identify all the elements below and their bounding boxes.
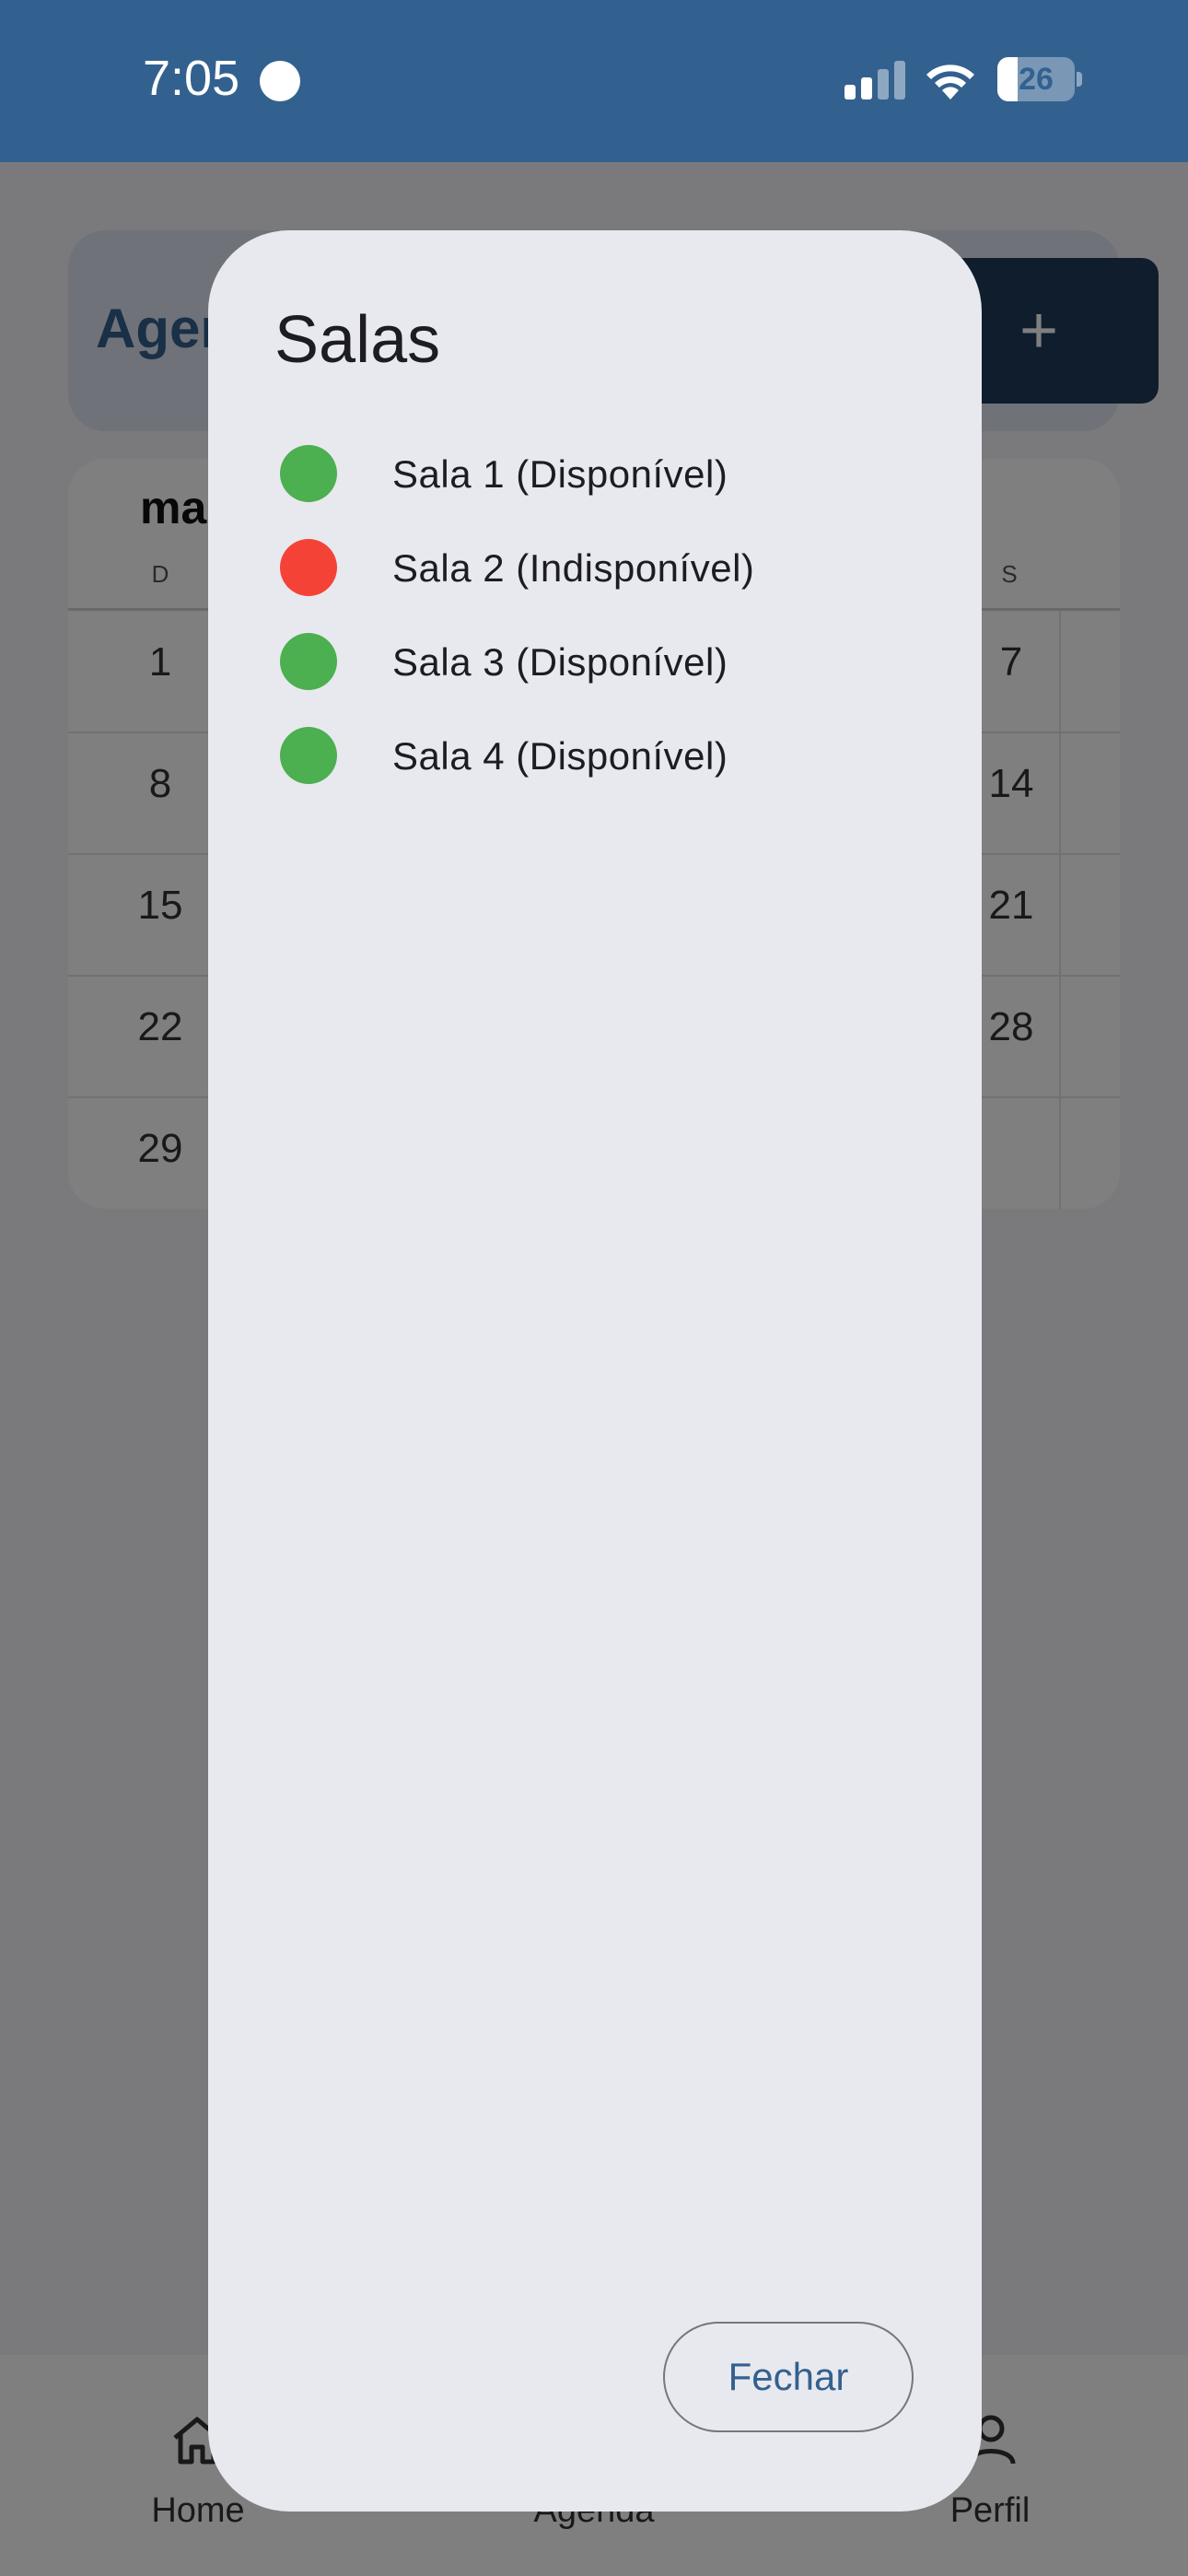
- status-time: 7:05: [143, 51, 240, 106]
- room-item: Sala 1 (Disponível): [280, 445, 925, 504]
- room-label: Sala 2 (Indisponível): [392, 546, 755, 590]
- status-dot-icon: [280, 633, 337, 690]
- battery-level: 26: [1019, 62, 1054, 97]
- rooms-dialog: Salas Sala 1 (Disponível) Sala 2 (Indisp…: [208, 230, 982, 2512]
- recording-dot-icon: [260, 61, 300, 101]
- room-label: Sala 3 (Disponível): [392, 640, 728, 684]
- close-button[interactable]: Fechar: [663, 2322, 914, 2432]
- battery-icon: 26: [997, 57, 1082, 101]
- room-item: Sala 3 (Disponível): [280, 633, 925, 692]
- status-bar: 7:05 26: [0, 0, 1188, 162]
- wifi-icon: [926, 64, 974, 100]
- status-dot-icon: [280, 727, 337, 784]
- status-dot-icon: [280, 445, 337, 502]
- cellular-signal-icon: [844, 61, 905, 100]
- status-dot-icon: [280, 539, 337, 596]
- room-label: Sala 1 (Disponível): [392, 452, 728, 496]
- room-label: Sala 4 (Disponível): [392, 734, 728, 778]
- room-item: Sala 2 (Indisponível): [280, 539, 925, 598]
- room-item: Sala 4 (Disponível): [280, 727, 925, 786]
- dialog-title: Salas: [274, 303, 441, 377]
